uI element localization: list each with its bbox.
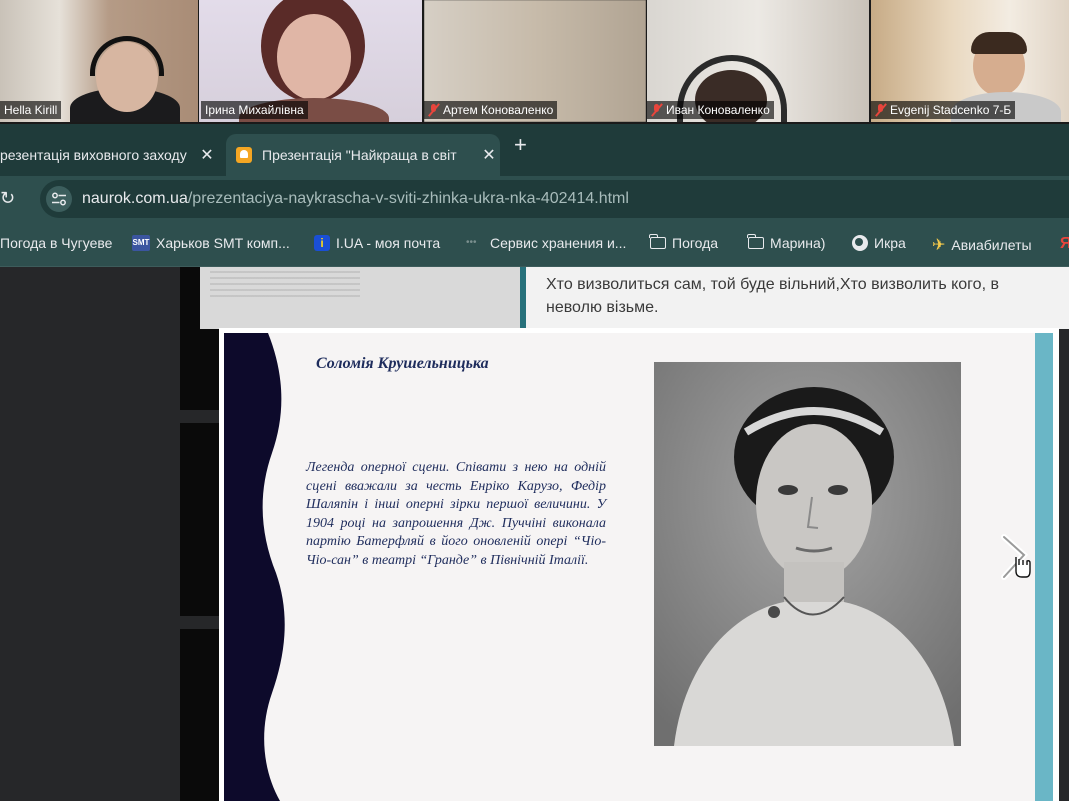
bookmark-item[interactable]: ✈ Авиабилеты [932,235,1032,255]
bookmark-label: Харьков SMT комп... [156,235,290,251]
participant-name: Evgenij Stadcenko 7-Б [890,103,1012,117]
mic-off-icon [651,103,663,117]
bookmark-folder[interactable]: Погода [649,234,719,251]
bookmark-item[interactable]: i I.UA - моя почта [314,235,440,251]
new-tab-button[interactable]: + [514,132,527,158]
iua-icon: i [314,235,330,251]
participant-name: Ірина Михайлівна [205,103,304,117]
slide-title: Соломія Крушельницька [316,355,489,372]
participant-label: Hella Kirill [0,101,62,119]
article-accent [520,267,526,329]
slide-wave-decoration [224,333,285,801]
bookmark-label: Сервис хранения и... [490,235,627,251]
participant-tile[interactable]: Hella Kirill [0,0,198,122]
participant-label: Иван Коноваленко [647,101,774,119]
tab-inactive[interactable]: резентація виховного заходу ✕ [0,134,218,176]
participant-name: Артем Коноваленко [443,103,554,117]
document-preview [200,267,520,329]
browser-toolbar: ↻ naurok.com.ua/prezentaciya-naykrascha-… [0,176,1069,222]
article-quote: Хто визволиться сам, той буде вільний,Хт… [546,276,999,316]
slide-viewer[interactable]: Соломія Крушельницька Легенда оперної сц… [219,328,1059,801]
article-panel: Хто визволиться сам, той буде вільний,Хт… [520,267,1069,329]
thumbnail-strip [180,629,220,801]
tab-bar: резентація виховного заходу ✕ Презентаці… [0,124,1069,176]
video-call-strip: Hella Kirill Ірина Михайлівна Артем Коно… [0,0,1069,124]
thumbnail-strip [180,423,220,616]
yandex-icon: Я [1060,235,1069,252]
bell-icon [236,147,252,163]
tab-title: резентація виховного заходу [0,147,187,163]
slide-right-bar [1035,333,1053,801]
mic-off-icon [875,103,887,117]
slide-body: Легенда оперної сцени. Співати з нею на … [306,460,606,568]
bookmark-label: Авиабилеты [951,237,1032,253]
tab-title: Презентація "Найкраща в світ [262,147,457,163]
folder-icon [747,234,764,249]
participant-tile-speaking[interactable]: Ірина Михайлівна [199,0,422,122]
bookmark-item[interactable]: Икра [852,235,906,251]
bookmark-label: Икра [874,235,906,251]
page-content: Хто визволиться сам, той буде вільний,Хт… [0,267,1069,801]
tab-close-button[interactable]: ✕ [478,145,500,165]
mic-off-icon [428,103,440,117]
participant-name: Hella Kirill [4,103,58,117]
dots-icon: ••• [466,237,477,248]
bookmark-item[interactable]: Погода в Чугуеве [0,235,112,251]
participant-tile[interactable]: Иван Коноваленко [647,0,869,122]
plane-icon: ✈ [932,237,946,254]
participant-label: Ірина Михайлівна [201,101,308,119]
tab-close-button[interactable]: ✕ [196,145,218,165]
bookmark-label: Погода [672,235,719,251]
folder-icon [649,234,666,249]
reload-button[interactable]: ↻ [0,188,15,209]
smt-icon: SMT [132,235,150,251]
bookmark-item[interactable]: SMT Харьков SMT комп... [132,235,290,251]
bookmark-folder[interactable]: Марина) [747,234,826,251]
next-slide-arrow-icon[interactable] [996,533,1036,583]
url-domain: naurok.com.ua [82,190,188,207]
bookmark-item[interactable]: ••• Сервис хранения и... [466,235,626,251]
portrait-photo [654,362,961,746]
url-text: naurok.com.ua/prezentaciya-naykrascha-v-… [82,190,629,208]
participant-name: Иван Коноваленко [666,103,770,117]
participant-label: Evgenij Stadcenko 7-Б [871,101,1016,119]
url-path: /prezentaciya-naykrascha-v-sviti-zhinka-… [187,190,629,207]
bookmark-label: I.UA - моя почта [336,235,441,251]
participant-tile[interactable]: Evgenij Stadcenko 7-Б [871,0,1069,122]
globe-icon [852,235,868,251]
bookmark-label: Погода в Чугуеве [0,235,113,251]
bookmark-item[interactable]: Я [1060,235,1069,253]
participant-label: Артем Коноваленко [424,101,558,119]
address-bar[interactable]: naurok.com.ua/prezentaciya-naykrascha-v-… [40,180,1069,218]
presentation-slide: Соломія Крушельницька Легенда оперної сц… [224,333,1053,801]
bookmarks-bar: Погода в Чугуеве SMT Харьков SMT комп...… [0,222,1069,267]
site-settings-icon[interactable] [46,186,72,212]
bookmark-label: Марина) [770,235,826,251]
participant-tile[interactable]: Артем Коноваленко [424,0,646,122]
tab-active[interactable]: Презентація "Найкраща в світ ✕ [226,134,500,176]
